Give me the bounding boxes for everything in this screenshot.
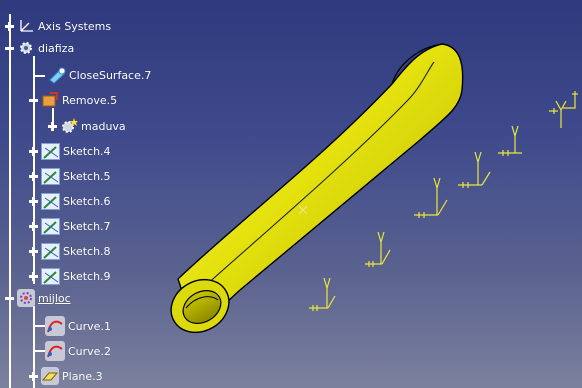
axis-marker [365, 231, 391, 267]
plane-icon [41, 367, 59, 385]
tree-node-sketch7[interactable]: Sketch.7 [29, 216, 111, 236]
expand-plus-icon[interactable] [29, 196, 38, 206]
tree-node-label[interactable]: Plane.3 [62, 370, 103, 383]
expand-plus-icon[interactable] [5, 21, 14, 31]
tree-node-curve1[interactable]: Curve.1 [45, 316, 111, 336]
axis-system-icon [17, 17, 35, 35]
sketch-icon [41, 167, 60, 185]
tree-node-sketch6[interactable]: Sketch.6 [29, 191, 111, 211]
geometrical-set-icon [17, 289, 35, 307]
specification-tree: Axis Systems diafiza CloseSurface.7 Remo… [0, 0, 200, 388]
tree-node-label[interactable]: Axis Systems [38, 20, 111, 33]
tree-node-label[interactable]: Sketch.5 [63, 170, 111, 183]
axis-marker [309, 277, 336, 311]
tree-node-axis-systems[interactable]: Axis Systems [5, 16, 111, 36]
sketch-icon [41, 242, 60, 260]
bone-tube-model[interactable] [162, 43, 464, 343]
tree-node-sketch8[interactable]: Sketch.8 [29, 241, 111, 261]
tree-node-label[interactable]: diafiza [38, 42, 74, 55]
expand-plus-icon[interactable] [29, 371, 38, 381]
tree-connector [33, 75, 45, 77]
axis-marker [549, 91, 578, 128]
tree-node-mijloc[interactable]: mijloc [5, 288, 71, 308]
sketch-icon [41, 142, 60, 160]
sketch-icon [41, 217, 60, 235]
expand-plus-icon[interactable] [29, 271, 38, 281]
tree-node-maduva[interactable]: maduva [48, 116, 126, 136]
tree-node-diafiza[interactable]: diafiza [5, 38, 74, 58]
tree-node-label[interactable]: Remove.5 [62, 94, 117, 107]
sketch-icon [41, 267, 60, 285]
curve-icon [45, 341, 65, 361]
axis-marker [458, 151, 491, 188]
tree-connector [9, 14, 11, 388]
tree-node-label[interactable]: maduva [81, 120, 126, 133]
expand-plus-icon[interactable] [29, 171, 38, 181]
tree-connector [33, 325, 45, 327]
remove-icon [41, 91, 59, 109]
tree-node-label[interactable]: Sketch.6 [63, 195, 111, 208]
expand-plus-icon[interactable] [48, 121, 57, 131]
tree-node-label[interactable]: Sketch.4 [63, 145, 111, 158]
tree-node-label[interactable]: Sketch.9 [63, 270, 111, 283]
tree-node-label[interactable]: CloseSurface.7 [69, 69, 151, 82]
tree-node-label[interactable]: Sketch.8 [63, 245, 111, 258]
tree-node-label[interactable]: mijloc [38, 292, 71, 305]
close-surface-icon [48, 66, 66, 84]
tree-node-sketch4[interactable]: Sketch.4 [29, 141, 111, 161]
collapse-minus-icon[interactable] [29, 96, 38, 105]
tree-node-label[interactable]: Curve.1 [68, 320, 111, 333]
tree-node-sketch5[interactable]: Sketch.5 [29, 166, 111, 186]
sketch-axis-markers [309, 91, 578, 311]
tree-node-label[interactable]: Sketch.7 [63, 220, 111, 233]
tree-node-sketch9[interactable]: Sketch.9 [29, 266, 111, 286]
tree-node-plane3[interactable]: Plane.3 [29, 366, 103, 386]
sketch-icon [41, 192, 60, 210]
gear-part-icon [17, 39, 35, 57]
tree-connector [33, 350, 45, 352]
expand-plus-icon[interactable] [29, 221, 38, 231]
body-icon [60, 117, 78, 135]
expand-plus-icon[interactable] [29, 246, 38, 256]
tree-node-label[interactable]: Curve.2 [68, 345, 111, 358]
collapse-minus-icon[interactable] [5, 294, 14, 303]
tree-node-remove[interactable]: Remove.5 [29, 90, 117, 110]
expand-plus-icon[interactable] [29, 146, 38, 156]
axis-marker [414, 177, 448, 218]
tree-node-closesurface[interactable]: CloseSurface.7 [48, 65, 151, 85]
collapse-minus-icon[interactable] [5, 44, 14, 53]
axis-marker [498, 125, 522, 156]
tree-node-curve2[interactable]: Curve.2 [45, 341, 111, 361]
curve-icon [45, 316, 65, 336]
3d-viewport[interactable]: Axis Systems diafiza CloseSurface.7 Remo… [0, 0, 582, 388]
